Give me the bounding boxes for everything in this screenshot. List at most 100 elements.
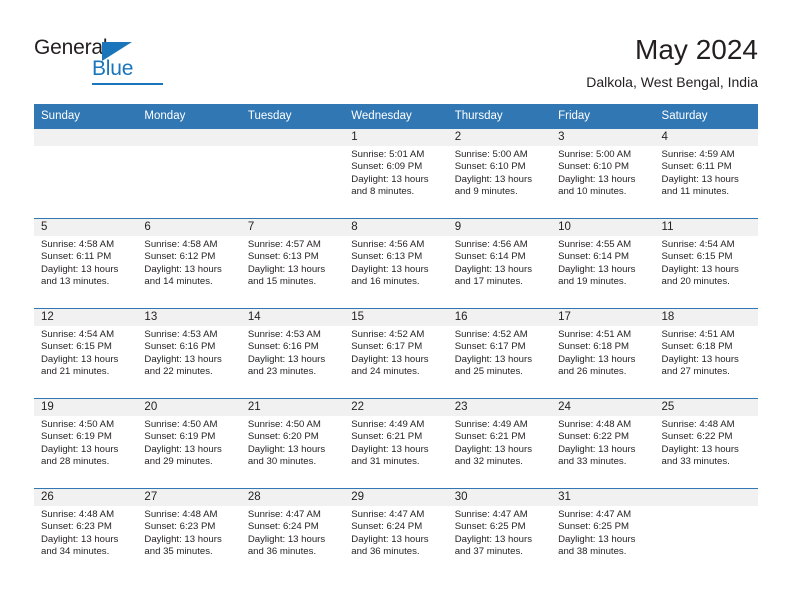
daylight-text: Daylight: 13 hours and 33 minutes. bbox=[558, 443, 636, 467]
calendar-day-cell[interactable]: 10 Sunrise: 4:55 AM Sunset: 6:14 PM Dayligh… bbox=[551, 218, 655, 309]
calendar-page: General Blue May 2024 Dalkola, West Beng… bbox=[0, 0, 792, 612]
day-details: Sunrise: 4:47 AM Sunset: 6:24 PM Daylight:… bbox=[241, 506, 344, 558]
calendar-day-cell[interactable]: 1 Sunrise: 5:01 AM Sunset: 6:09 PM Daylight… bbox=[344, 128, 448, 219]
sunset-text: Sunset: 6:24 PM bbox=[247, 521, 319, 533]
daylight-text: Daylight: 13 hours and 25 minutes. bbox=[454, 353, 533, 377]
sunset-text: Sunset: 6:09 PM bbox=[351, 161, 423, 173]
calendar-day-cell[interactable]: 13 Sunrise: 4:53 AM Sunset: 6:16 PM Dayligh… bbox=[137, 308, 241, 399]
calendar-day-cell[interactable]: 22 Sunrise: 4:49 AM Sunset: 6:21 PM Dayligh… bbox=[344, 398, 448, 489]
calendar-week-row: 1 Sunrise: 5:01 AM Sunset: 6:09 PM Daylight… bbox=[34, 128, 758, 219]
day-details: Sunrise: 4:52 AM Sunset: 6:17 PM Daylight:… bbox=[344, 326, 447, 378]
day-number: 10 bbox=[551, 219, 655, 236]
day-details: Sunrise: 4:50 AM Sunset: 6:19 PM Daylight:… bbox=[137, 416, 240, 468]
day-number: 31 bbox=[551, 489, 655, 506]
calendar-day-cell[interactable]: 2 Sunrise: 5:00 AM Sunset: 6:10 PM Daylight… bbox=[447, 128, 552, 219]
page-title: May 2024 bbox=[635, 34, 758, 65]
calendar-day-cell[interactable]: 9 Sunrise: 4:56 AM Sunset: 6:14 PM Daylight… bbox=[447, 218, 552, 309]
daylight-text: Daylight: 13 hours and 9 minutes. bbox=[454, 173, 533, 197]
calendar-day-cell[interactable]: 5 Sunrise: 4:58 AM Sunset: 6:11 PM Daylight… bbox=[34, 218, 138, 309]
calendar-day-cell[interactable]: 31 Sunrise: 4:47 AM Sunset: 6:25 PM Dayligh… bbox=[551, 488, 655, 579]
sunset-text: Sunset: 6:21 PM bbox=[351, 431, 423, 443]
sunset-text: Sunset: 6:10 PM bbox=[558, 161, 630, 173]
daylight-text: Daylight: 13 hours and 8 minutes. bbox=[351, 173, 429, 197]
calendar-cell-empty bbox=[654, 488, 758, 579]
calendar-day-cell[interactable]: 7 Sunrise: 4:57 AM Sunset: 6:13 PM Daylight… bbox=[240, 218, 345, 309]
sunset-text: Sunset: 6:23 PM bbox=[41, 521, 112, 533]
calendar-day-cell[interactable]: 6 Sunrise: 4:58 AM Sunset: 6:12 PM Daylight… bbox=[137, 218, 241, 309]
calendar-day-cell[interactable]: 20 Sunrise: 4:50 AM Sunset: 6:19 PM Dayligh… bbox=[137, 398, 241, 489]
day-details: Sunrise: 4:48 AM Sunset: 6:22 PM Daylight:… bbox=[655, 416, 758, 468]
sunrise-text: Sunrise: 4:54 AM bbox=[41, 329, 115, 340]
sunset-text: Sunset: 6:23 PM bbox=[144, 521, 216, 533]
sunset-text: Sunset: 6:11 PM bbox=[41, 251, 112, 263]
calendar-week-row: 5 Sunrise: 4:58 AM Sunset: 6:11 PM Daylight… bbox=[34, 218, 758, 309]
daylight-text: Daylight: 13 hours and 20 minutes. bbox=[661, 263, 739, 287]
sunrise-text: Sunrise: 4:48 AM bbox=[41, 509, 115, 520]
day-number: 27 bbox=[137, 489, 241, 506]
day-details: Sunrise: 4:49 AM Sunset: 6:21 PM Daylight:… bbox=[344, 416, 447, 468]
calendar-day-cell[interactable]: 14 Sunrise: 4:53 AM Sunset: 6:16 PM Dayligh… bbox=[240, 308, 345, 399]
sunrise-text: Sunrise: 4:48 AM bbox=[558, 419, 632, 430]
day-details: Sunrise: 4:54 AM Sunset: 6:15 PM Daylight:… bbox=[34, 326, 137, 378]
daylight-text: Daylight: 13 hours and 14 minutes. bbox=[144, 263, 222, 287]
calendar-day-cell[interactable]: 17 Sunrise: 4:51 AM Sunset: 6:18 PM Dayligh… bbox=[551, 308, 655, 399]
calendar-day-cell[interactable]: 29 Sunrise: 4:47 AM Sunset: 6:24 PM Dayligh… bbox=[344, 488, 448, 579]
calendar-day-cell[interactable]: 25 Sunrise: 4:48 AM Sunset: 6:22 PM Dayligh… bbox=[654, 398, 758, 489]
daylight-text: Daylight: 13 hours and 24 minutes. bbox=[351, 353, 429, 377]
day-number: 15 bbox=[344, 309, 448, 326]
day-details: Sunrise: 4:58 AM Sunset: 6:11 PM Daylight:… bbox=[34, 236, 137, 288]
day-number: 16 bbox=[447, 309, 552, 326]
generalblue-logo: General Blue bbox=[34, 36, 164, 88]
day-number: 21 bbox=[240, 399, 345, 416]
sunrise-text: Sunrise: 4:57 AM bbox=[247, 239, 321, 250]
sunset-text: Sunset: 6:10 PM bbox=[454, 161, 526, 173]
day-details: Sunrise: 4:50 AM Sunset: 6:19 PM Daylight:… bbox=[34, 416, 137, 468]
calendar-day-cell[interactable]: 4 Sunrise: 4:59 AM Sunset: 6:11 PM Daylight… bbox=[654, 128, 758, 219]
calendar-day-cell[interactable]: 26 Sunrise: 4:48 AM Sunset: 6:23 PM Dayligh… bbox=[34, 488, 138, 579]
calendar-day-cell[interactable]: 23 Sunrise: 4:49 AM Sunset: 6:21 PM Dayligh… bbox=[447, 398, 552, 489]
sunset-text: Sunset: 6:24 PM bbox=[351, 521, 423, 533]
day-number: 4 bbox=[654, 129, 758, 146]
daylight-text: Daylight: 13 hours and 33 minutes. bbox=[661, 443, 739, 467]
weekday-header-wednesday: Wednesday bbox=[344, 104, 448, 129]
day-details: Sunrise: 4:54 AM Sunset: 6:15 PM Daylight:… bbox=[655, 236, 758, 288]
calendar-day-cell[interactable]: 8 Sunrise: 4:56 AM Sunset: 6:13 PM Daylight… bbox=[344, 218, 448, 309]
calendar-day-cell[interactable]: 16 Sunrise: 4:52 AM Sunset: 6:17 PM Dayligh… bbox=[447, 308, 552, 399]
title-block: May 2024 Dalkola, West Bengal, India bbox=[586, 34, 758, 92]
day-details: Sunrise: 5:00 AM Sunset: 6:10 PM Daylight:… bbox=[551, 146, 654, 198]
sunset-text: Sunset: 6:22 PM bbox=[558, 431, 630, 443]
calendar-day-cell[interactable]: 30 Sunrise: 4:47 AM Sunset: 6:25 PM Dayligh… bbox=[447, 488, 552, 579]
calendar-day-cell[interactable]: 12 Sunrise: 4:54 AM Sunset: 6:15 PM Dayligh… bbox=[34, 308, 138, 399]
calendar-day-cell[interactable]: 19 Sunrise: 4:50 AM Sunset: 6:19 PM Dayligh… bbox=[34, 398, 138, 489]
daylight-text: Daylight: 13 hours and 15 minutes. bbox=[247, 263, 326, 287]
sunrise-text: Sunrise: 4:58 AM bbox=[41, 239, 115, 250]
day-details: Sunrise: 4:51 AM Sunset: 6:18 PM Daylight:… bbox=[551, 326, 654, 378]
sunset-text: Sunset: 6:16 PM bbox=[247, 341, 319, 353]
sunset-text: Sunset: 6:13 PM bbox=[351, 251, 423, 263]
day-number: 24 bbox=[551, 399, 655, 416]
logo-underline bbox=[92, 83, 163, 85]
day-details: Sunrise: 4:52 AM Sunset: 6:17 PM Daylight:… bbox=[448, 326, 551, 378]
sunset-text: Sunset: 6:16 PM bbox=[144, 341, 216, 353]
calendar-day-cell[interactable]: 18 Sunrise: 4:51 AM Sunset: 6:18 PM Dayligh… bbox=[654, 308, 758, 399]
calendar-day-cell[interactable]: 24 Sunrise: 4:48 AM Sunset: 6:22 PM Dayligh… bbox=[551, 398, 655, 489]
day-details: Sunrise: 4:59 AM Sunset: 6:11 PM Daylight:… bbox=[655, 146, 758, 198]
calendar-day-cell[interactable]: 11 Sunrise: 4:54 AM Sunset: 6:15 PM Dayligh… bbox=[654, 218, 758, 309]
day-number: 6 bbox=[137, 219, 241, 236]
daylight-text: Daylight: 13 hours and 16 minutes. bbox=[351, 263, 429, 287]
sunset-text: Sunset: 6:18 PM bbox=[661, 341, 733, 353]
day-number: 11 bbox=[654, 219, 758, 236]
calendar-day-cell[interactable]: 28 Sunrise: 4:47 AM Sunset: 6:24 PM Dayligh… bbox=[240, 488, 345, 579]
weekday-header-thursday: Thursday bbox=[447, 104, 552, 129]
day-details: Sunrise: 4:55 AM Sunset: 6:14 PM Daylight:… bbox=[551, 236, 654, 288]
sunset-text: Sunset: 6:11 PM bbox=[661, 161, 732, 173]
sunset-text: Sunset: 6:17 PM bbox=[454, 341, 526, 353]
daylight-text: Daylight: 13 hours and 30 minutes. bbox=[247, 443, 326, 467]
weekday-header-saturday: Saturday bbox=[654, 104, 758, 129]
calendar-day-cell[interactable]: 3 Sunrise: 5:00 AM Sunset: 6:10 PM Daylight… bbox=[551, 128, 655, 219]
day-number: 14 bbox=[240, 309, 345, 326]
calendar-day-cell[interactable]: 21 Sunrise: 4:50 AM Sunset: 6:20 PM Dayligh… bbox=[240, 398, 345, 489]
calendar-day-cell[interactable]: 27 Sunrise: 4:48 AM Sunset: 6:23 PM Dayligh… bbox=[137, 488, 241, 579]
calendar-cell-empty bbox=[240, 128, 345, 219]
calendar-day-cell[interactable]: 15 Sunrise: 4:52 AM Sunset: 6:17 PM Dayligh… bbox=[344, 308, 448, 399]
